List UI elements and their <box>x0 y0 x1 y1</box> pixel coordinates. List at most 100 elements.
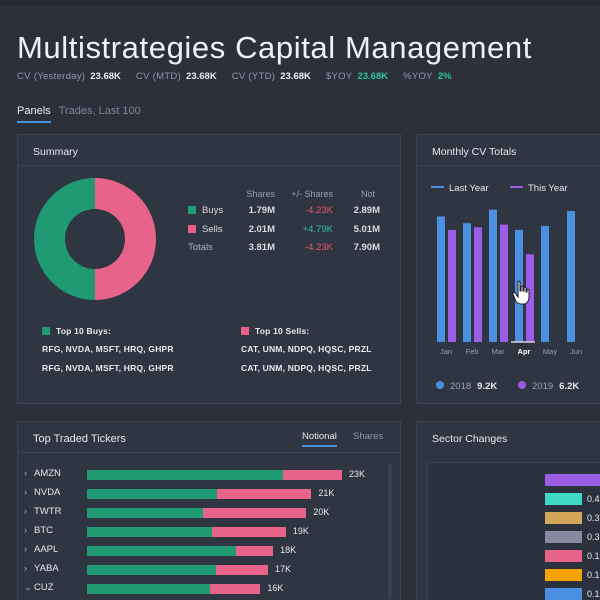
top-buys-line: RFG, NVDA, MSFT, HRQ, GHPR <box>42 344 174 354</box>
sector-bar[interactable] <box>545 531 582 543</box>
total-2018: 2018 9.2K <box>436 381 497 392</box>
chevron-right-icon[interactable]: › <box>24 506 27 516</box>
totals-shares: 3.81M <box>248 242 275 253</box>
header-not: Not <box>360 189 375 199</box>
bar-feb-last-year[interactable] <box>463 223 471 342</box>
summary-row-totals: Totals 3.81M -4.23K 7.90M <box>188 242 388 254</box>
sell-bar <box>203 508 307 518</box>
ticker-row[interactable]: › AAPL 18K <box>18 544 378 558</box>
panel-divider <box>417 165 600 166</box>
buy-bar <box>87 546 236 556</box>
dot-2018 <box>436 381 444 389</box>
sells-not: 5.01M <box>353 224 380 235</box>
total-2019: 2019 6.2K <box>518 381 579 392</box>
metric-value: 23.68K <box>357 71 389 82</box>
chevron-right-icon[interactable]: › <box>24 487 27 497</box>
bar-jan-last-year[interactable] <box>437 216 445 342</box>
tab-trades[interactable]: Trades, Last 100 <box>59 105 141 123</box>
buys-swatch <box>188 206 196 214</box>
sells-label: Sells <box>188 224 223 235</box>
sell-bar <box>215 565 269 575</box>
tab-panels[interactable]: Panels <box>17 105 51 123</box>
top-sells-swatch <box>241 327 249 335</box>
chevron-right-icon[interactable]: › <box>24 544 27 554</box>
sector-value: 0.16% <box>587 570 600 580</box>
ticker-value: 23K <box>349 469 366 479</box>
summary-title: Summary <box>33 146 78 158</box>
ticker-value: 16K <box>267 583 284 593</box>
hand-cursor-icon <box>512 280 530 305</box>
buys-not: 2.89M <box>353 205 380 216</box>
chevron-right-icon[interactable]: › <box>24 525 27 535</box>
ticker-row[interactable]: › NVDA 21K <box>18 487 378 501</box>
panel-divider <box>18 165 400 166</box>
ticker-row[interactable]: › TWTR 20K <box>18 506 378 520</box>
bar-may-last-year[interactable] <box>541 225 549 342</box>
ticker-row[interactable]: › BTC 19K <box>18 525 378 539</box>
sector-value: 0.12% <box>587 589 600 599</box>
sell-bar <box>217 489 312 499</box>
top-strip <box>0 0 600 6</box>
metric-label: CV (MTD) <box>135 71 182 82</box>
ticker-value: 17K <box>275 564 292 574</box>
legend-this-year: This Year <box>510 183 568 194</box>
tab-notional[interactable]: Notional <box>302 431 337 447</box>
summary-panel: Summary Shares +/- Shares Not Buys 1.79M… <box>17 134 401 404</box>
sector-bar[interactable] <box>545 550 582 562</box>
chevron-right-icon[interactable]: › <box>24 563 27 573</box>
buy-bar <box>87 489 218 499</box>
chevron-down-icon[interactable]: ⌄ <box>24 582 32 593</box>
buys-label: Buys <box>188 205 223 216</box>
chevron-right-icon[interactable]: › <box>24 468 27 478</box>
top-buys-label: Top 10 Buys: <box>42 326 111 336</box>
sell-bar <box>212 527 286 537</box>
sector-bar[interactable] <box>545 474 600 486</box>
legend-last-year: Last Year <box>431 183 489 194</box>
ticker-row[interactable]: › AMZN 23K <box>18 468 378 482</box>
month-label: May <box>543 347 557 356</box>
metric-label: CV (YTD) <box>231 71 276 82</box>
donut-slice-sells <box>95 178 156 300</box>
header-shares: Shares <box>246 189 275 199</box>
tab-shares[interactable]: Shares <box>353 431 383 442</box>
bar-mar-this-year[interactable] <box>500 224 508 342</box>
dot-2019 <box>518 381 526 389</box>
summary-donut-chart <box>34 178 156 300</box>
sell-bar <box>283 470 342 480</box>
sector-bar[interactable] <box>545 569 582 581</box>
bar-mar-last-year[interactable] <box>489 209 497 342</box>
ticker-row[interactable]: ⌄ CUZ 16K <box>18 582 378 596</box>
metric-label: %YOY <box>403 71 433 82</box>
ticker-name: AAPL <box>34 544 59 555</box>
sectors-title: Sector Changes <box>432 433 508 445</box>
sells-shares: 2.01M <box>248 224 275 235</box>
buy-bar <box>87 584 211 594</box>
bar-jun-last-year[interactable] <box>567 211 575 342</box>
summary-row-buys: Buys 1.79M -4.23K 2.89M <box>188 205 388 217</box>
monthly-title: Monthly CV Totals <box>432 146 517 158</box>
tickers-title: Top Traded Tickers <box>33 433 126 445</box>
scrollbar[interactable] <box>388 464 392 599</box>
page-title: Multistrategies Capital Management <box>17 30 532 65</box>
legend-line <box>510 186 523 188</box>
ticker-name: BTC <box>34 525 53 536</box>
totals-change: -4.23K <box>305 242 333 253</box>
sector-bar[interactable] <box>545 588 582 600</box>
metric-value: 23.68K <box>280 71 311 82</box>
totals-not: 7.90M <box>353 242 380 253</box>
metrics-bar: CV (Yesterday) 23.68K CV (MTD) 23.68K CV… <box>17 71 467 82</box>
sector-bar[interactable] <box>545 493 582 505</box>
view-tabs: Panels Trades, Last 100 <box>17 105 149 123</box>
sector-value: 0.4 <box>587 494 600 504</box>
ticker-value: 20K <box>313 507 330 517</box>
ticker-name: AMZN <box>34 468 61 479</box>
ticker-row[interactable]: › YABA 17K <box>18 563 378 577</box>
bar-feb-this-year[interactable] <box>474 227 482 342</box>
ticker-name: YABA <box>34 563 59 574</box>
sell-bar <box>235 546 274 556</box>
bar-jan-this-year[interactable] <box>448 229 456 342</box>
month-label: Feb <box>466 347 479 356</box>
sells-swatch <box>188 225 196 233</box>
ticker-value: 21K <box>318 488 335 498</box>
sector-bar[interactable] <box>545 512 582 524</box>
